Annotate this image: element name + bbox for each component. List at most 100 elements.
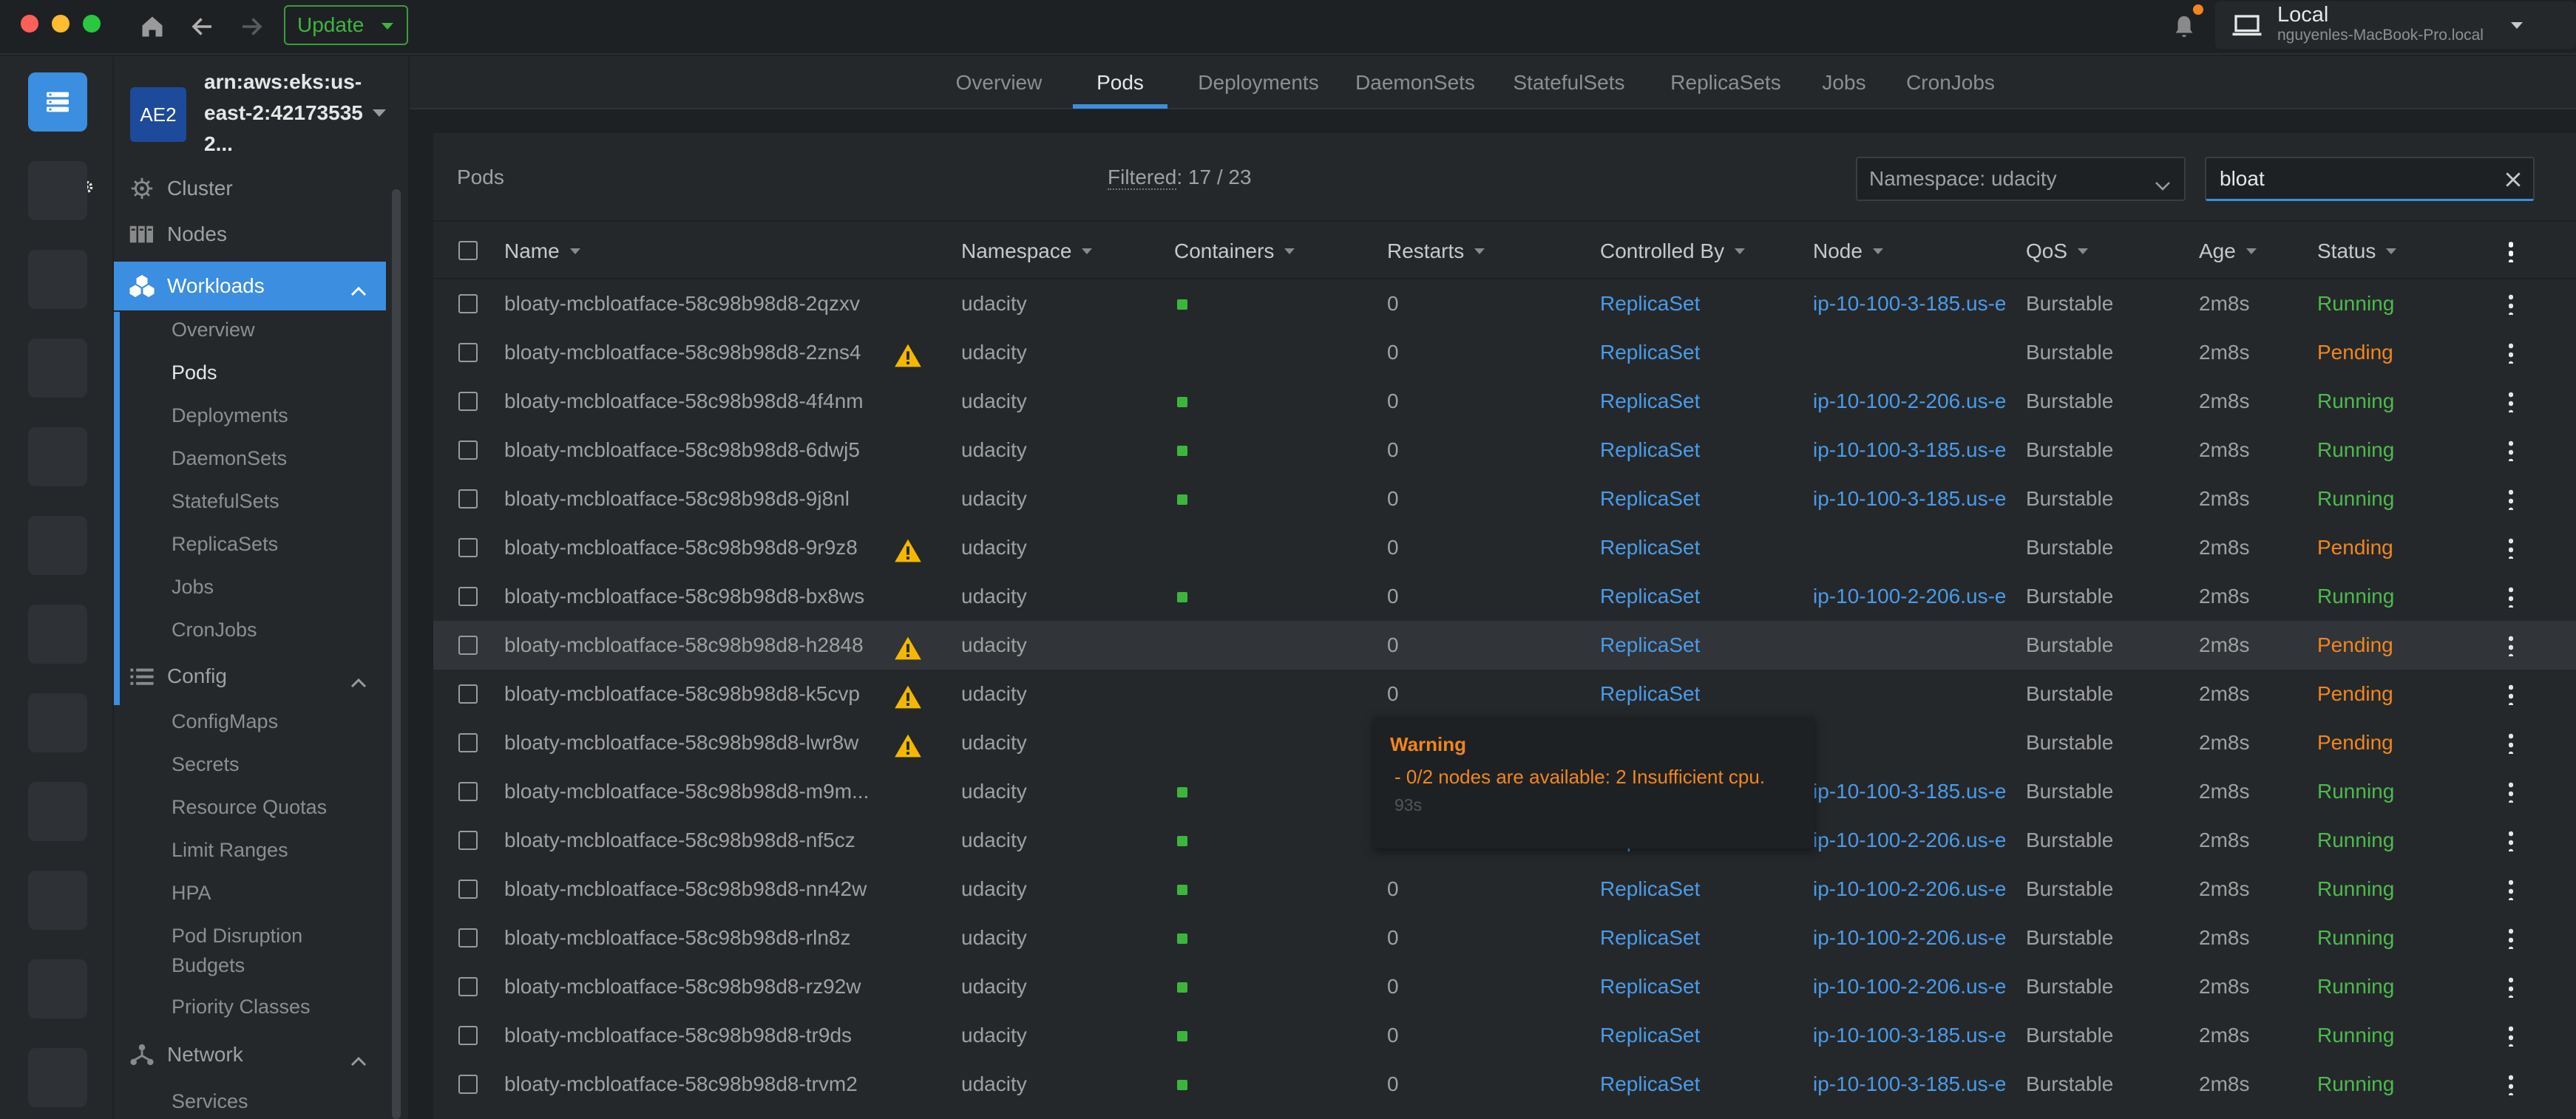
row-menu-button[interactable]: [2496, 816, 2526, 865]
table-row[interactable]: bloaty-mcbloatface-58c98b98d8-9j8nl udaci…: [433, 475, 2576, 523]
table-row[interactable]: bloaty-mcbloatface-58c98b98d8-tr9ds udaci…: [433, 1011, 2576, 1060]
pod-controlled-by-link[interactable]: ReplicaSet: [1600, 523, 1700, 572]
warning-icon[interactable]: [893, 343, 923, 368]
pod-name[interactable]: bloaty-mcbloatface-58c98b98d8-nf5cz: [504, 816, 874, 865]
pod-controlled-by-link[interactable]: ReplicaSet: [1600, 377, 1700, 426]
tab-jobs[interactable]: Jobs: [1814, 56, 1874, 109]
table-row[interactable]: bloaty-mcbloatface-58c98b98d8-h2848 udaci…: [433, 621, 2576, 670]
row-checkbox[interactable]: [458, 880, 478, 899]
pod-name[interactable]: bloaty-mcbloatface-58c98b98d8-6dwj5: [504, 426, 874, 475]
sidebar-item-workloads[interactable]: Workloads: [114, 262, 386, 310]
tab-replicasets[interactable]: ReplicaSets: [1659, 56, 1792, 109]
pod-name[interactable]: bloaty-mcbloatface-58c98b98d8-tr9ds: [504, 1011, 874, 1060]
pod-node-link[interactable]: [1813, 328, 2005, 377]
pod-node-link[interactable]: [1813, 718, 2005, 767]
row-checkbox[interactable]: [458, 587, 478, 606]
sidebar-subitem-pods[interactable]: Pods: [172, 358, 217, 387]
pod-name[interactable]: bloaty-mcbloatface-58c98b98d8-k5cvp: [504, 670, 874, 718]
namespace-select[interactable]: Namespace: udacity: [1856, 157, 2186, 201]
row-menu-button[interactable]: [2496, 962, 2526, 1011]
row-checkbox[interactable]: [458, 489, 478, 509]
pod-controlled-by-link[interactable]: ReplicaSet: [1600, 621, 1700, 670]
cluster-badge[interactable]: AE2: [130, 87, 186, 142]
tab-deployments[interactable]: Deployments: [1186, 56, 1331, 109]
pod-name[interactable]: bloaty-mcbloatface-58c98b98d8-4f4nm: [504, 377, 874, 426]
sidebar-subitem-configmaps[interactable]: ConfigMaps: [172, 707, 278, 736]
hotbar-slot[interactable]: [28, 782, 87, 841]
hotbar-slot[interactable]: [28, 161, 87, 220]
pod-controlled-by-link[interactable]: ReplicaSet: [1600, 328, 1700, 377]
pod-node-link[interactable]: ip-10-100-2-206.us-e: [1813, 914, 2005, 962]
pod-node-link[interactable]: ip-10-100-3-185.us-e: [1813, 1011, 2005, 1060]
pod-controlled-by-link[interactable]: ReplicaSet: [1600, 426, 1700, 475]
column-menu-button[interactable]: [2496, 223, 2526, 279]
pod-name[interactable]: bloaty-mcbloatface-58c98b98d8-bx8ws: [504, 572, 874, 621]
column-header-qos[interactable]: QoS: [2026, 223, 2089, 279]
pod-name[interactable]: bloaty-mcbloatface-58c98b98d8-m9m...: [504, 767, 874, 816]
clear-search-icon[interactable]: [2504, 170, 2523, 194]
row-checkbox[interactable]: [458, 928, 478, 948]
row-menu-button[interactable]: [2496, 914, 2526, 962]
pod-name[interactable]: bloaty-mcbloatface-58c98b98d8-2qzxv: [504, 279, 874, 328]
column-header-name[interactable]: Name: [504, 223, 580, 279]
sidebar-subitem-resource-quotas[interactable]: Resource Quotas: [172, 792, 327, 822]
warning-icon[interactable]: [893, 684, 923, 710]
row-checkbox[interactable]: [458, 1026, 478, 1045]
sidebar-subitem-cronjobs[interactable]: CronJobs: [172, 615, 257, 644]
pod-node-link[interactable]: [1813, 621, 2005, 670]
sidebar-subitem-deployments[interactable]: Deployments: [172, 401, 288, 430]
sidebar-subitem-hpa[interactable]: HPA: [172, 878, 211, 908]
row-menu-button[interactable]: [2496, 718, 2526, 767]
row-checkbox[interactable]: [458, 343, 478, 362]
row-menu-button[interactable]: [2496, 670, 2526, 718]
hotbar-slot[interactable]: [28, 339, 87, 398]
row-checkbox[interactable]: [458, 441, 478, 460]
table-row[interactable]: bloaty-mcbloatface-58c98b98d8-6dwj5 udaci…: [433, 426, 2576, 475]
table-row[interactable]: bloaty-mcbloatface-58c98b98d8-trvm2 udaci…: [433, 1060, 2576, 1109]
pod-name[interactable]: bloaty-mcbloatface-58c98b98d8-nn42w: [504, 865, 874, 914]
sidebar-subitem-replicasets[interactable]: ReplicaSets: [172, 529, 278, 559]
sidebar-subitem-daemonsets[interactable]: DaemonSets: [172, 443, 287, 473]
row-menu-button[interactable]: [2496, 572, 2526, 621]
cluster-selector[interactable]: Local nguyenles-MacBook-Pro.local: [2215, 1, 2576, 49]
sidebar-item-cluster[interactable]: Cluster: [114, 166, 386, 211]
pod-controlled-by-link[interactable]: ReplicaSet: [1600, 279, 1700, 328]
row-checkbox[interactable]: [458, 294, 478, 313]
hotbar-slot[interactable]: [28, 1048, 87, 1107]
search-input[interactable]: bloat: [2205, 157, 2535, 201]
warning-icon[interactable]: [893, 538, 923, 563]
update-button[interactable]: Update: [284, 5, 408, 45]
row-menu-button[interactable]: [2496, 377, 2526, 426]
table-row[interactable]: bloaty-mcbloatface-58c98b98d8-4f4nm udaci…: [433, 377, 2576, 426]
row-checkbox[interactable]: [458, 1075, 478, 1094]
row-menu-button[interactable]: [2496, 475, 2526, 523]
pod-name[interactable]: bloaty-mcbloatface-58c98b98d8-trvm2: [504, 1060, 874, 1109]
close-window-button[interactable]: [21, 15, 38, 33]
column-header-age[interactable]: Age: [2199, 223, 2257, 279]
row-menu-button[interactable]: [2496, 767, 2526, 816]
row-checkbox[interactable]: [458, 636, 478, 655]
row-menu-button[interactable]: [2496, 865, 2526, 914]
hotbar-slot[interactable]: [28, 516, 87, 575]
home-icon[interactable]: [132, 6, 173, 47]
table-row[interactable]: bloaty-mcbloatface-58c98b98d8-2qzxv udaci…: [433, 279, 2576, 328]
column-header-status[interactable]: Status: [2317, 223, 2397, 279]
row-menu-button[interactable]: [2496, 426, 2526, 475]
pod-node-link[interactable]: ip-10-100-2-206.us-e: [1813, 816, 2005, 865]
chevron-down-icon[interactable]: [373, 109, 386, 117]
column-header-restarts[interactable]: Restarts: [1387, 223, 1485, 279]
pod-controlled-by-link[interactable]: ReplicaSet: [1600, 914, 1700, 962]
pod-node-link[interactable]: ip-10-100-2-206.us-e: [1813, 865, 2005, 914]
pod-node-link[interactable]: [1813, 523, 2005, 572]
pod-controlled-by-link[interactable]: ReplicaSet: [1600, 475, 1700, 523]
pod-name[interactable]: bloaty-mcbloatface-58c98b98d8-2zns4: [504, 328, 874, 377]
tab-cronjobs[interactable]: CronJobs: [1891, 56, 2010, 109]
tab-statefulsets[interactable]: StatefulSets: [1502, 56, 1636, 109]
hotbar-slot[interactable]: [28, 693, 87, 752]
column-header-namespace[interactable]: Namespace: [961, 223, 1093, 279]
tab-overview[interactable]: Overview: [951, 56, 1047, 109]
sidebar-item-network[interactable]: Network: [114, 1032, 386, 1078]
pod-controlled-by-link[interactable]: ReplicaSet: [1600, 962, 1700, 1011]
column-header-node[interactable]: Node: [1813, 223, 1883, 279]
row-checkbox[interactable]: [458, 733, 478, 752]
